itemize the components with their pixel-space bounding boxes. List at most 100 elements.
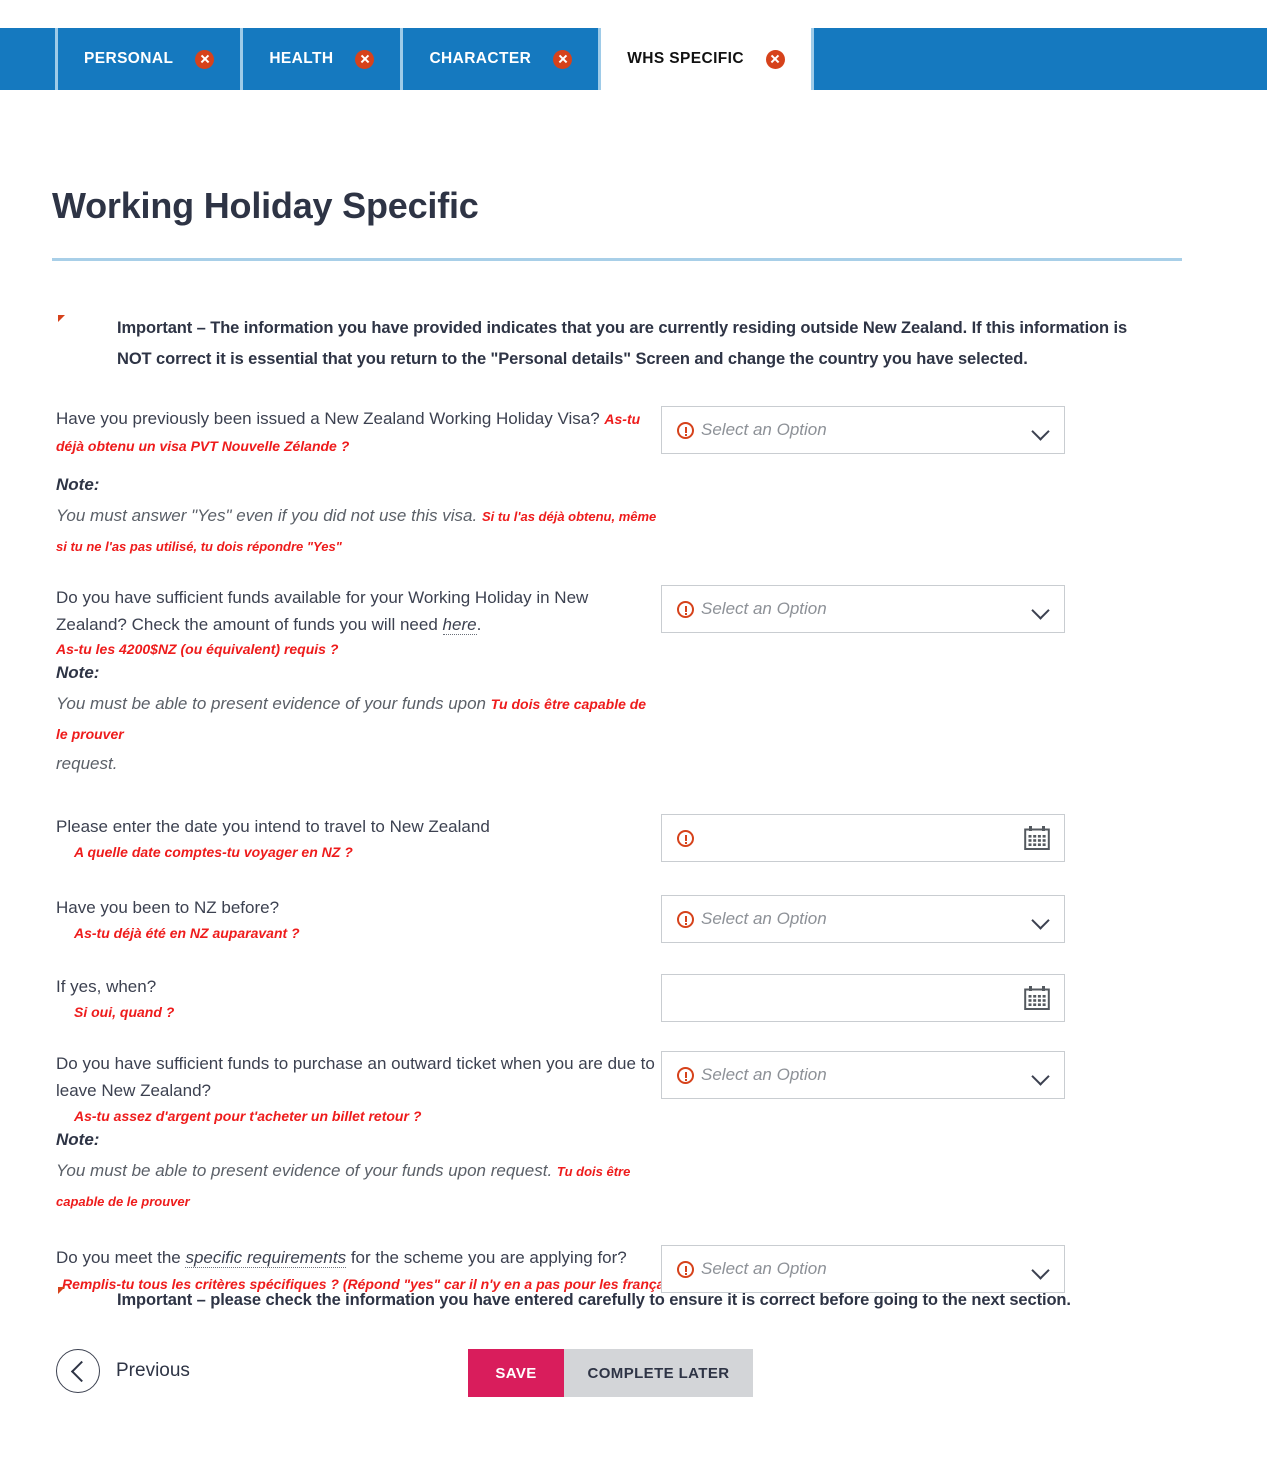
question-text: Have you been to NZ before? bbox=[56, 898, 280, 917]
note-text: You must be able to present evidence of … bbox=[56, 1156, 661, 1216]
close-circle-icon[interactable] bbox=[355, 49, 375, 69]
select-been-to-nz[interactable]: Select an Option bbox=[661, 895, 1065, 943]
question-label-block: If yes, when? Si oui, quand ? bbox=[56, 971, 661, 1022]
select-placeholder: Select an Option bbox=[701, 420, 827, 439]
page-title: Working Holiday Specific bbox=[52, 185, 479, 226]
date-input-if-yes-when[interactable] bbox=[661, 974, 1065, 1022]
tab-character-label: CHARACTER bbox=[429, 50, 532, 67]
error-icon bbox=[677, 1066, 694, 1084]
question-row-outward-ticket: Do you have sufficient funds to purchase… bbox=[0, 1048, 1267, 1216]
question-control-block: Select an Option bbox=[661, 403, 1065, 454]
question-row-sufficient-funds: Do you have sufficient funds available f… bbox=[0, 582, 1267, 779]
calendar-icon[interactable] bbox=[1024, 826, 1050, 850]
date-input-travel-date[interactable] bbox=[661, 814, 1065, 862]
question-text: Please enter the date you intend to trav… bbox=[56, 817, 490, 836]
primary-action-buttons: SAVE COMPLETE LATER bbox=[468, 1349, 753, 1397]
select-sufficient-funds[interactable]: Select an Option bbox=[661, 585, 1065, 633]
select-placeholder: Select an Option bbox=[701, 909, 827, 928]
note-text-en: You must be able to present evidence of … bbox=[56, 1161, 557, 1180]
error-icon bbox=[677, 910, 694, 928]
important-notice-bottom: Important – please check the information… bbox=[58, 1285, 1158, 1326]
note-text: You must answer "Yes" even if you did no… bbox=[56, 501, 661, 561]
chevron-down-icon bbox=[1032, 425, 1050, 436]
important-notice-top-text: Important – The information you have pro… bbox=[117, 319, 1128, 368]
title-divider bbox=[52, 258, 1182, 261]
select-previous-whv[interactable]: Select an Option bbox=[661, 406, 1065, 454]
chevron-down-icon bbox=[1032, 604, 1050, 615]
question-text-en: Have you previously been issued a New Ze… bbox=[56, 409, 600, 428]
tab-health-label: HEALTH bbox=[269, 50, 334, 67]
question-text-en-tail: . bbox=[476, 615, 482, 634]
select-placeholder: Select an Option bbox=[701, 1259, 827, 1278]
tab-whs-specific[interactable]: WHS SPECIFIC bbox=[601, 28, 811, 90]
page-content: Working Holiday Specific Important – The… bbox=[0, 90, 1267, 1294]
funds-amount-link[interactable]: here bbox=[442, 615, 477, 635]
tab-character[interactable]: CHARACTER bbox=[403, 28, 598, 90]
tab-health[interactable]: HEALTH bbox=[243, 28, 400, 90]
note-label: Note: bbox=[56, 663, 100, 682]
question-text-fr: As-tu les 4200$NZ (ou équivalent) requis… bbox=[56, 641, 339, 657]
question-label-block: Have you previously been issued a New Ze… bbox=[56, 403, 661, 561]
question-row-previous-whv: Have you previously been issued a New Ze… bbox=[0, 403, 1267, 561]
note-label: Note: bbox=[56, 475, 100, 494]
question-text: Do you meet the specific requirements fo… bbox=[56, 1244, 661, 1271]
question-label-block: Do you have sufficient funds to purchase… bbox=[56, 1048, 661, 1216]
error-icon bbox=[677, 600, 694, 618]
note-text: You must be able to present evidence of … bbox=[56, 689, 661, 779]
question-control-block bbox=[661, 971, 1065, 1022]
calendar-icon[interactable] bbox=[1024, 986, 1050, 1010]
tab-personal-label: PERSONAL bbox=[84, 50, 174, 67]
previous-button-label: Previous bbox=[116, 1360, 190, 1381]
question-row-if-yes-when: If yes, when? Si oui, quand ? bbox=[0, 971, 1267, 1022]
question-label-block: Do you have sufficient funds available f… bbox=[56, 582, 661, 779]
question-row-been-to-nz: Have you been to NZ before? As-tu déjà é… bbox=[0, 892, 1267, 943]
select-placeholder: Select an Option bbox=[701, 599, 827, 618]
question-row-travel-date: Please enter the date you intend to trav… bbox=[0, 811, 1267, 862]
tab-personal[interactable]: PERSONAL bbox=[58, 28, 240, 90]
chevron-down-icon bbox=[1032, 1070, 1050, 1081]
question-text: If yes, when? bbox=[56, 977, 157, 996]
close-circle-icon[interactable] bbox=[195, 49, 215, 69]
question-text-fr: As-tu déjà été en NZ auparavant ? bbox=[74, 925, 300, 941]
note-text-en: You must answer "Yes" even if you did no… bbox=[56, 506, 478, 525]
complete-later-button[interactable]: COMPLETE LATER bbox=[564, 1349, 753, 1397]
question-text-fr: A quelle date comptes-tu voyager en NZ ? bbox=[74, 844, 353, 860]
question-text: Have you previously been issued a New Ze… bbox=[56, 405, 661, 459]
flag-icon bbox=[58, 315, 79, 354]
page-footer: Important – please check the information… bbox=[0, 1285, 1267, 1397]
select-outward-ticket[interactable]: Select an Option bbox=[661, 1051, 1065, 1099]
close-circle-icon[interactable] bbox=[553, 49, 573, 69]
question-control-block bbox=[661, 811, 1065, 862]
close-circle-icon[interactable] bbox=[765, 49, 785, 69]
question-text: Do you have sufficient funds to purchase… bbox=[56, 1054, 655, 1100]
question-text-fr: Si oui, quand ? bbox=[74, 1004, 175, 1020]
error-icon bbox=[677, 1260, 694, 1278]
flag-icon bbox=[58, 1287, 79, 1326]
tab-whs-specific-label: WHS SPECIFIC bbox=[627, 50, 744, 67]
error-icon bbox=[677, 421, 694, 439]
question-text-en-tail: for the scheme you are applying for? bbox=[346, 1248, 627, 1267]
chevron-down-icon bbox=[1032, 1264, 1050, 1275]
important-notice-bottom-text: Important – please check the information… bbox=[117, 1291, 1071, 1309]
note-text-en-tail: request. bbox=[56, 754, 118, 773]
note-text-en: You must be able to present evidence of … bbox=[56, 694, 491, 713]
specific-requirements-link[interactable]: specific requirements bbox=[185, 1248, 347, 1268]
question-text-fr: As-tu assez d'argent pour t'acheter un b… bbox=[74, 1108, 422, 1124]
question-text: Do you have sufficient funds available f… bbox=[56, 584, 661, 638]
error-icon bbox=[677, 829, 694, 847]
question-list: Have you previously been issued a New Ze… bbox=[0, 403, 1267, 1294]
question-label-block: Have you been to NZ before? As-tu déjà é… bbox=[56, 892, 661, 943]
previous-button[interactable]: Previous bbox=[56, 1349, 190, 1393]
save-button[interactable]: SAVE bbox=[468, 1349, 564, 1397]
chevron-down-icon bbox=[1032, 914, 1050, 925]
question-text-en: Do you meet the bbox=[56, 1248, 186, 1267]
section-tab-bar: PERSONAL HEALTH CHARACTER WHS SPECIFIC bbox=[0, 28, 1267, 90]
note-label: Note: bbox=[56, 1130, 100, 1149]
important-notice-top: Important – The information you have pro… bbox=[58, 313, 1158, 375]
question-text-en: Do you have sufficient funds available f… bbox=[56, 588, 589, 634]
chevron-left-icon bbox=[56, 1349, 100, 1393]
question-label-block: Please enter the date you intend to trav… bbox=[56, 811, 661, 862]
question-control-block: Select an Option bbox=[661, 1048, 1065, 1099]
tab-bar-left-spacer bbox=[0, 28, 55, 90]
tab-bar-right-fill bbox=[814, 28, 1267, 90]
